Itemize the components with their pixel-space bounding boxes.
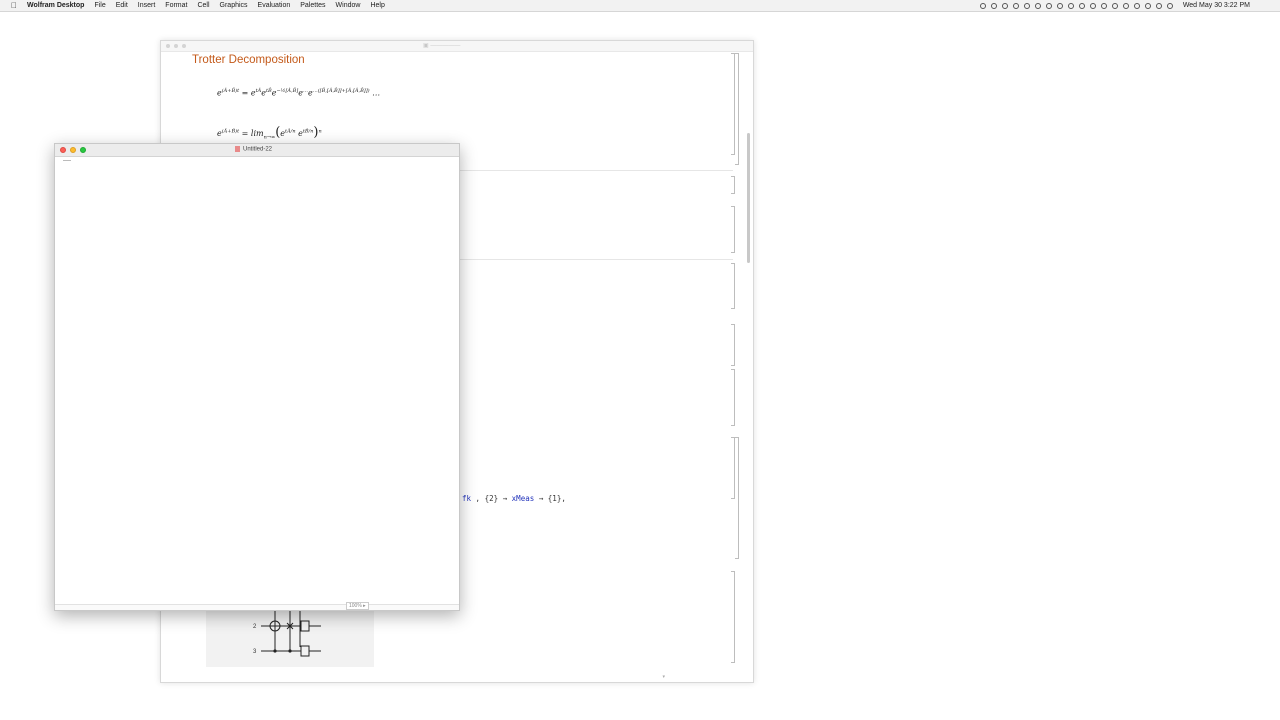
cell-bracket[interactable] — [731, 369, 735, 426]
status-icon-11[interactable] — [1089, 2, 1096, 9]
vertical-scrollbar-thumb[interactable] — [747, 133, 750, 263]
untitled-window-footer — [55, 604, 459, 610]
circuit-row-label-2: 2 — [253, 624, 257, 630]
cell-bracket[interactable] — [731, 324, 735, 366]
cell-bracket[interactable] — [731, 571, 735, 663]
menu-window[interactable]: Window — [336, 2, 361, 9]
minimize-button[interactable] — [174, 44, 178, 48]
menu-edit[interactable]: Edit — [116, 2, 128, 9]
equation-trotter-limit[interactable]: e(Â+B̂)t = limn→∞(etÂ/n etB̂/n)n — [217, 125, 322, 141]
siri-icon[interactable] — [1111, 2, 1118, 9]
gate-box-icon — [300, 645, 310, 657]
menu-insert[interactable]: Insert — [138, 2, 156, 9]
section-title[interactable]: Trotter Decomposition — [192, 54, 305, 66]
apple-menu-icon[interactable]:  — [9, 1, 19, 10]
menu-format[interactable]: Format — [165, 2, 187, 9]
status-icon-4[interactable] — [1012, 2, 1019, 9]
equation-bch[interactable]: e(Â+B̂)t = etÂetB̂e−½[Â,B̂]e…e…([B̂,[Â,B… — [217, 88, 380, 98]
zoom-button[interactable] — [182, 44, 186, 48]
status-icon-8[interactable] — [1056, 2, 1063, 9]
cell-bracket[interactable] — [731, 176, 735, 194]
status-area: Wed May 30 3:22 PM — [975, 0, 1250, 11]
status-icon-3[interactable] — [1001, 2, 1008, 9]
bluetooth-icon[interactable] — [1122, 2, 1129, 9]
notebook-titlebar[interactable]: ▣ ————— — [161, 41, 753, 52]
minimize-button-icon[interactable] — [70, 147, 76, 153]
menu-app-name[interactable]: Wolfram Desktop — [27, 2, 84, 9]
status-icon-7[interactable] — [1045, 2, 1052, 9]
status-icon-9[interactable] — [1067, 2, 1074, 9]
menu-graphics[interactable]: Graphics — [220, 2, 248, 9]
spotlight-search-icon[interactable] — [1100, 2, 1107, 9]
airplay-icon[interactable] — [1144, 2, 1151, 9]
control-dot-icon — [273, 649, 277, 653]
menu-help[interactable]: Help — [370, 2, 384, 9]
menu-cell[interactable]: Cell — [197, 2, 209, 9]
close-button[interactable] — [166, 44, 170, 48]
microphone-icon[interactable] — [1023, 2, 1030, 9]
notebook-window-untitled[interactable]: Untitled-22 100% ▸ — [54, 143, 460, 611]
cell-insertion-point[interactable] — [63, 160, 71, 161]
cell-bracket[interactable] — [731, 263, 735, 309]
menu-evaluation[interactable]: Evaluation — [258, 2, 291, 9]
quantum-circuit-diagram: 2 3 — [253, 607, 321, 657]
close-button-icon[interactable] — [60, 147, 66, 153]
status-icon-10[interactable] — [1078, 2, 1085, 9]
menu-palettes[interactable]: Palettes — [300, 2, 325, 9]
menu-clock[interactable]: Wed May 30 3:22 PM — [1183, 2, 1250, 9]
status-icon-2[interactable] — [990, 2, 997, 9]
status-icon-6[interactable] — [1034, 2, 1041, 9]
circuit-row-label-3: 3 — [253, 649, 257, 655]
wifi-icon[interactable] — [1133, 2, 1140, 9]
cell-bracket[interactable] — [731, 206, 735, 253]
gate-box-icon — [300, 620, 310, 632]
menu-file[interactable]: File — [94, 2, 105, 9]
fullscreen-button-icon[interactable] — [80, 147, 86, 153]
notebook-title: ▣ ————— — [423, 43, 461, 49]
eject-icon[interactable] — [1166, 2, 1173, 9]
control-dot-icon — [288, 649, 292, 653]
volume-icon[interactable] — [1155, 2, 1162, 9]
zoom-level-selector[interactable]: 100% ▸ — [346, 602, 369, 610]
code-input-fragment[interactable]: fk , {2} → xMeas → {1}, — [462, 494, 566, 503]
untitled-window-title: Untitled-22 — [235, 146, 272, 153]
cell-bracket[interactable] — [735, 53, 739, 165]
cell-bracket[interactable] — [735, 437, 739, 559]
menu-bar:  Wolfram Desktop File Edit Insert Forma… — [0, 0, 1280, 12]
status-icon-1[interactable] — [979, 2, 986, 9]
zoom-indicator[interactable]: ▾ — [662, 674, 665, 680]
document-icon — [235, 146, 240, 152]
circuit-output[interactable]: 2 3 — [206, 607, 374, 667]
untitled-titlebar[interactable]: Untitled-22 — [55, 144, 459, 157]
